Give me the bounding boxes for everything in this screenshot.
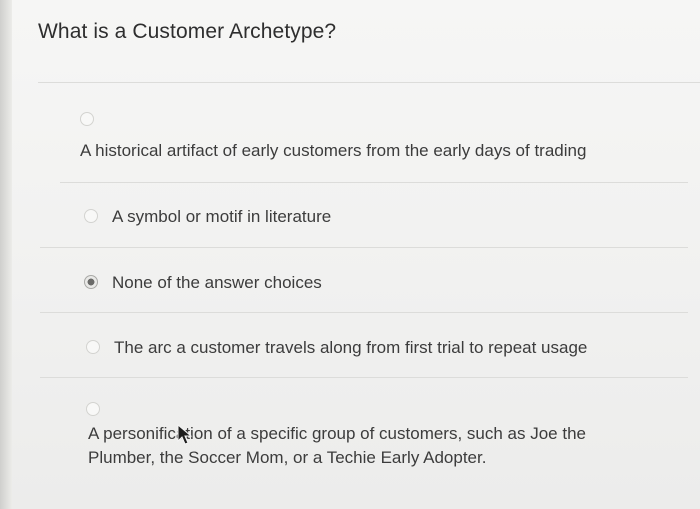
radio-button-3-selected[interactable] xyxy=(84,275,98,289)
question-card: What is a Customer Archetype? A historic… xyxy=(0,0,700,509)
mouse-pointer-icon xyxy=(177,424,193,445)
answer-option-4[interactable]: The arc a customer travels along from fi… xyxy=(0,330,700,370)
option-divider xyxy=(40,312,688,313)
option-divider xyxy=(40,247,688,248)
radio-button-2[interactable] xyxy=(84,209,98,223)
answer-option-3[interactable]: None of the answer choices xyxy=(0,265,700,305)
question-title: What is a Customer Archetype? xyxy=(38,20,337,43)
option-divider xyxy=(60,182,688,183)
answer-option-label: None of the answer choices xyxy=(112,273,322,292)
answer-option-5[interactable]: A personification of a specific group of… xyxy=(0,395,700,485)
answer-option-1[interactable]: A historical artifact of early customers… xyxy=(0,100,700,180)
radio-button-4[interactable] xyxy=(86,340,100,354)
answer-option-label: A historical artifact of early customers… xyxy=(80,141,587,160)
radio-button-1[interactable] xyxy=(80,112,94,126)
answer-option-label: A personification of a specific group of… xyxy=(88,424,586,467)
answer-option-2[interactable]: A symbol or motif in literature xyxy=(0,200,700,240)
answer-option-label: The arc a customer travels along from fi… xyxy=(114,338,588,357)
option-divider xyxy=(40,377,688,378)
answer-option-label: A symbol or motif in literature xyxy=(112,207,332,226)
radio-button-5[interactable] xyxy=(86,402,100,416)
title-divider xyxy=(38,82,700,83)
